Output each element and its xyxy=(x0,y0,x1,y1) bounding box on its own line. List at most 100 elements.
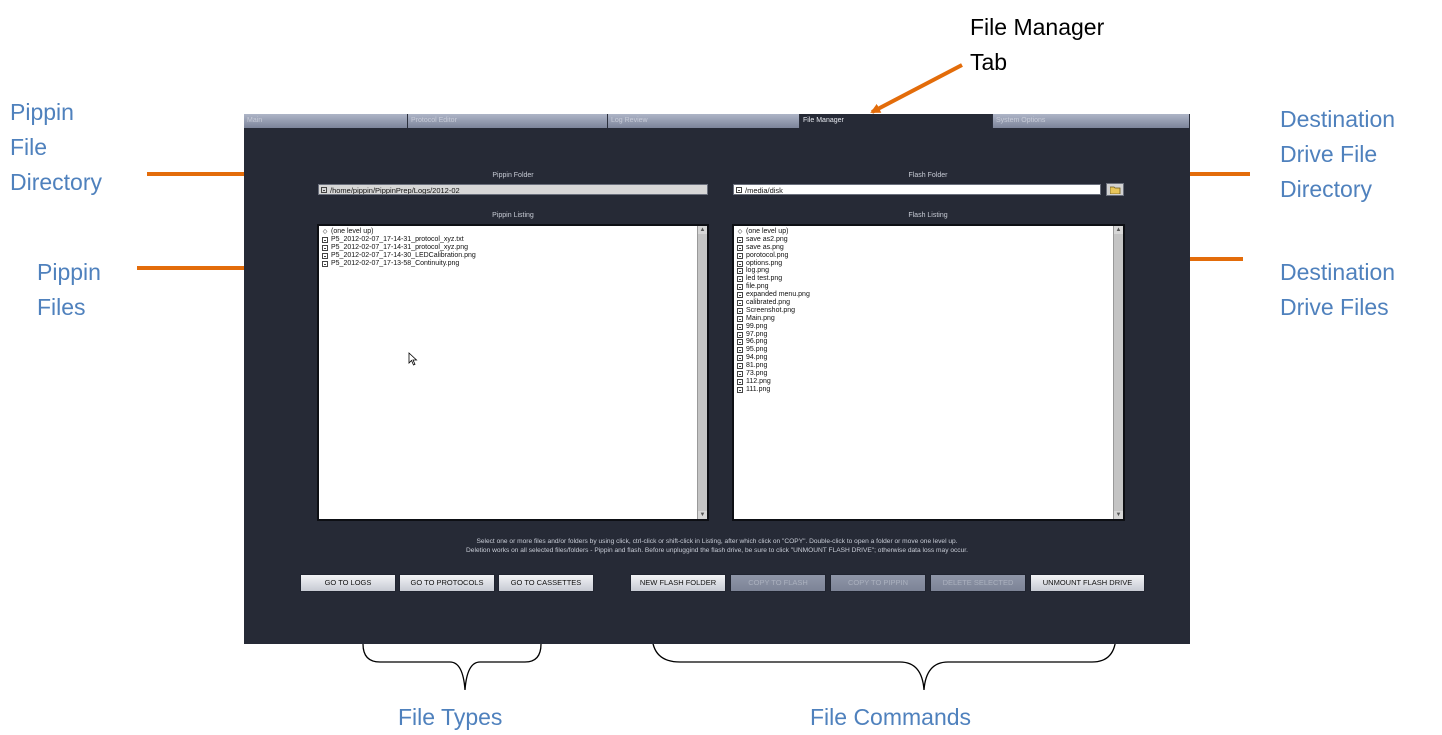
image-file-icon xyxy=(737,307,743,314)
list-item[interactable]: 73.png xyxy=(737,370,810,378)
image-file-icon xyxy=(737,363,743,370)
list-item[interactable]: 99.png xyxy=(737,323,810,331)
list-item[interactable]: ◇ (one level up) xyxy=(322,228,476,236)
copy-to-flash-button[interactable]: COPY TO FLASH xyxy=(730,574,826,592)
new-flash-folder-button[interactable]: NEW FLASH FOLDER xyxy=(630,574,726,592)
list-item-label: 99.png xyxy=(746,322,768,330)
file-types-brace xyxy=(362,643,542,691)
callout-destination-drive-files: Destination Drive Files xyxy=(1280,259,1396,320)
list-item-label: log.png xyxy=(746,267,769,275)
tab-file-manager[interactable]: File Manager xyxy=(800,114,993,128)
delete-selected-button[interactable]: DELETE SELECTED xyxy=(930,574,1026,592)
list-item[interactable]: ◇ (one level up) xyxy=(737,228,810,236)
tab-log-review[interactable]: Log Review xyxy=(608,114,800,128)
list-item-label: (one level up) xyxy=(746,227,789,235)
scroll-down-arrow-icon[interactable]: ▼ xyxy=(698,511,707,519)
tab-bar: Main Protocol Editor Log Review File Man… xyxy=(244,114,1190,128)
image-file-icon xyxy=(322,244,328,251)
list-item-label: 96.png xyxy=(746,338,768,346)
list-item[interactable]: save as.png xyxy=(737,244,810,252)
list-item-label: expanded menu.png xyxy=(746,291,810,299)
list-item-label: save as2.png xyxy=(746,235,788,243)
list-item[interactable]: Screenshot.png xyxy=(737,307,810,315)
list-item[interactable]: P5_2012-02-07_17-13-58_Continuity.png xyxy=(322,260,476,268)
list-item[interactable]: Main.png xyxy=(737,315,810,323)
list-item[interactable]: 81.png xyxy=(737,362,810,370)
list-item[interactable]: log.png xyxy=(737,267,810,275)
scroll-down-arrow-icon[interactable]: ▼ xyxy=(1114,511,1123,519)
copy-to-pippin-button[interactable]: COPY TO PIPPIN xyxy=(830,574,926,592)
list-item[interactable]: P5_2012-02-07_17-14-30_LEDCalibration.pn… xyxy=(322,252,476,260)
list-item-label: P5_2012-02-07_17-14-31_protocol_xyz.txt xyxy=(331,235,464,243)
image-file-icon xyxy=(737,315,743,322)
unmount-flash-drive-button[interactable]: UNMOUNT FLASH DRIVE xyxy=(1030,574,1145,592)
file-icon xyxy=(322,236,328,243)
list-item[interactable]: expanded menu.png xyxy=(737,291,810,299)
tab-system-options[interactable]: System Options xyxy=(993,114,1190,128)
flash-folder-label: Flash Folder xyxy=(908,172,948,179)
list-item[interactable]: options.png xyxy=(737,260,810,268)
pippin-folder-label: Pippin Folder xyxy=(492,172,534,179)
list-item-label: 97.png xyxy=(746,330,768,338)
go-to-cassettes-button[interactable]: GO TO CASSETTES xyxy=(498,574,594,592)
go-to-logs-button[interactable]: GO TO LOGS xyxy=(300,574,396,592)
image-file-icon xyxy=(737,244,743,251)
list-item[interactable]: 97.png xyxy=(737,331,810,339)
callout-pippin-files: Pippin Files xyxy=(37,259,101,320)
list-item[interactable]: 112.png xyxy=(737,378,810,386)
list-item[interactable]: save as2.png xyxy=(737,236,810,244)
list-item[interactable]: 95.png xyxy=(737,346,810,354)
pippin-scrollbar[interactable]: ▲ ▼ xyxy=(697,226,707,519)
flash-scrollbar[interactable]: ▲ ▼ xyxy=(1113,226,1123,519)
pippin-file-list: ◇ (one level up) P5_2012-02-07_17-14-31_pr… xyxy=(322,228,476,267)
list-item[interactable]: led test.png xyxy=(737,275,810,283)
tab-main[interactable]: Main xyxy=(244,114,408,128)
help-text-line-2: Deletion works on all selected files/fol… xyxy=(466,547,968,554)
list-item[interactable]: porotocol.png xyxy=(737,252,810,260)
callout-destination-drive-file-directory: Destination Drive File Directory xyxy=(1280,106,1396,202)
file-manager-tab-arrow xyxy=(870,63,963,114)
flash-folder-path: /media/disk xyxy=(745,186,783,195)
image-file-icon xyxy=(737,284,743,291)
callout-file-commands: File Commands xyxy=(810,704,972,730)
up-diamond-icon: ◇ xyxy=(322,228,328,235)
go-to-protocols-button[interactable]: GO TO PROTOCOLS xyxy=(399,574,495,592)
callout-pippin-file-directory: Pippin File Directory xyxy=(10,99,103,195)
list-item[interactable]: calibrated.png xyxy=(737,299,810,307)
tab-protocol-editor[interactable]: Protocol Editor xyxy=(408,114,608,128)
list-item[interactable]: 94.png xyxy=(737,354,810,362)
list-item[interactable]: P5_2012-02-07_17-14-31_protocol_xyz.png xyxy=(322,244,476,252)
image-file-icon xyxy=(737,323,743,330)
list-item-label: 73.png xyxy=(746,369,768,377)
image-file-icon xyxy=(737,370,743,377)
list-item[interactable]: 111.png xyxy=(737,386,810,394)
browse-folder-button[interactable] xyxy=(1106,183,1124,196)
flash-file-list: ◇ (one level up) save as2.png save as.png po… xyxy=(737,228,810,394)
open-folder-icon xyxy=(1109,186,1120,194)
list-item-label: options.png xyxy=(746,259,783,267)
list-item[interactable]: P5_2012-02-07_17-14-31_protocol_xyz.txt xyxy=(322,236,476,244)
pippin-listing[interactable]: ◇ (one level up) P5_2012-02-07_17-14-31_pr… xyxy=(317,224,709,521)
list-item-label: calibrated.png xyxy=(746,298,790,306)
scroll-up-arrow-icon[interactable]: ▲ xyxy=(698,226,707,234)
list-item-label: 111.png xyxy=(746,385,771,393)
file-manager-window: Main Protocol Editor Log Review File Man… xyxy=(244,114,1190,644)
list-item-label: 94.png xyxy=(746,354,768,362)
list-item[interactable]: 96.png xyxy=(737,338,810,346)
image-file-icon xyxy=(737,268,743,275)
help-text-line-1: Select one or more files and/or folders … xyxy=(476,538,958,545)
flash-listing[interactable]: ◇ (one level up) save as2.png save as.png po… xyxy=(732,224,1125,521)
flash-folder-field[interactable]: /media/disk xyxy=(733,184,1101,195)
list-item-label: 112.png xyxy=(746,377,771,385)
pippin-folder-path: /home/pippin/PippinPrep/Logs/2012-02 xyxy=(330,186,460,195)
list-item[interactable]: file.png xyxy=(737,283,810,291)
list-item-label: led test.png xyxy=(746,275,783,283)
image-file-icon xyxy=(737,386,743,393)
scroll-up-arrow-icon[interactable]: ▲ xyxy=(1114,226,1123,234)
list-item-label: (one level up) xyxy=(331,227,374,235)
list-item-label: Main.png xyxy=(746,314,775,322)
image-file-icon xyxy=(737,252,743,259)
image-file-icon xyxy=(737,292,743,299)
pippin-folder-field[interactable]: /home/pippin/PippinPrep/Logs/2012-02 xyxy=(318,184,708,195)
mouse-pointer-icon xyxy=(408,352,418,366)
